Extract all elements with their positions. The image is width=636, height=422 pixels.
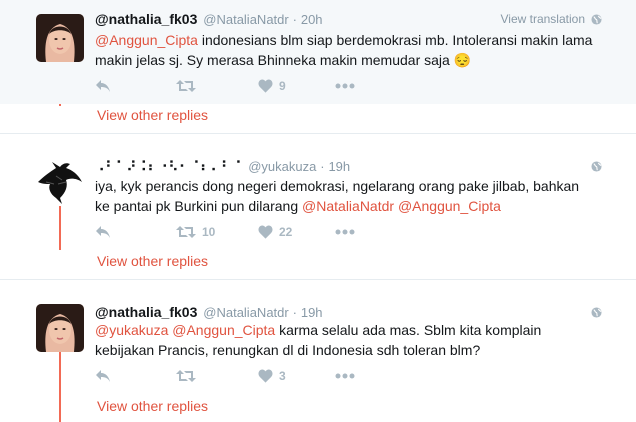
more-icon	[335, 83, 355, 89]
fullname[interactable]: @nathalia_fk03	[95, 11, 197, 27]
divider	[0, 279, 636, 280]
screen-name[interactable]: @NataliaNatdr	[203, 12, 288, 27]
more-button[interactable]	[335, 368, 355, 384]
mention-link[interactable]: @yukakuza	[95, 322, 168, 338]
view-other-replies-link[interactable]: View other replies	[97, 106, 208, 124]
avatar[interactable]	[36, 304, 84, 352]
like-button[interactable]: 22	[258, 224, 292, 240]
tweet[interactable]: @nathalia_fk03 @NataliaNatdr · 19h @yuka…	[0, 294, 636, 394]
fullname[interactable]: ⠠⠃⠁⠜⠨⠆⠐⠣⠂⠈⠆⠄⠃⠈	[95, 159, 242, 174]
separator-dot: ·	[292, 12, 297, 27]
view-other-replies-link[interactable]: View other replies	[97, 397, 208, 415]
globe-icon	[591, 306, 602, 318]
reply-icon	[96, 80, 110, 92]
avatar[interactable]	[36, 14, 84, 62]
view-translation-link[interactable]: View translation	[501, 12, 586, 26]
tweet-text-segment: indonesians blm siap berdemokrasi mb. In…	[197, 32, 593, 48]
globe-icon	[591, 13, 602, 25]
retweet-button[interactable]	[176, 78, 202, 94]
tweet-top-actions	[591, 302, 602, 322]
like-icon	[258, 79, 273, 93]
tweet-text-segment: karma selalu ada mas. Sblm kita komplain	[275, 322, 542, 338]
reply-icon	[96, 370, 110, 382]
timestamp[interactable]: 19h	[301, 305, 323, 320]
tweet-text-segment: ke pantai pk Burkini pun dilarang	[95, 198, 303, 214]
retweet-icon	[176, 80, 196, 92]
retweet-icon	[176, 226, 196, 238]
retweet-button[interactable]	[176, 368, 202, 384]
like-count: 22	[279, 225, 293, 239]
retweet-count: 10	[202, 225, 216, 239]
tweet-text: @yukakuza @Anggun_Cipta karma selalu ada…	[95, 320, 605, 360]
tweet-actions: 9	[95, 78, 395, 94]
divider	[0, 133, 636, 134]
globe-icon	[591, 160, 602, 172]
mention-link[interactable]: @NataliaNatdr	[302, 198, 394, 214]
tweet-actions: 3	[95, 368, 395, 384]
more-button[interactable]	[335, 78, 355, 94]
reply-button[interactable]	[95, 224, 111, 240]
tweet-text-segment: kebijakan Prancis, renungkan dl di Indon…	[95, 342, 481, 358]
more-button[interactable]	[335, 224, 355, 240]
screen-name[interactable]: @yukakuza	[248, 159, 316, 174]
screen-name[interactable]: @NataliaNatdr	[203, 305, 288, 320]
mention-link[interactable]: @Anggun_Cipta	[95, 32, 198, 48]
tweet-header: @nathalia_fk03 @NataliaNatdr · 19h	[95, 302, 323, 322]
like-button[interactable]: 3	[258, 368, 286, 384]
reply-button[interactable]	[95, 368, 111, 384]
like-icon	[258, 225, 273, 239]
pensive-emoji: 😔	[453, 52, 472, 68]
retweet-icon	[176, 370, 196, 382]
retweet-button[interactable]: 10	[176, 224, 215, 240]
mention-link[interactable]: @Anggun_Cipta	[172, 322, 275, 338]
like-icon	[258, 369, 273, 383]
avatar[interactable]	[36, 158, 84, 206]
tweet-top-actions	[591, 156, 602, 176]
tweet[interactable]: @nathalia_fk03 @NataliaNatdr · 20h View …	[0, 0, 636, 104]
tweet-text-segment: iya, kyk perancis dong negeri demokrasi,…	[95, 178, 580, 194]
tweet-header: ⠠⠃⠁⠜⠨⠆⠐⠣⠂⠈⠆⠄⠃⠈ @yukakuza · 19h	[95, 156, 350, 176]
tweet[interactable]: ⠠⠃⠁⠜⠨⠆⠐⠣⠂⠈⠆⠄⠃⠈ @yukakuza · 19h iya, kyk …	[0, 148, 636, 250]
timestamp[interactable]: 20h	[301, 12, 323, 27]
view-other-replies-link[interactable]: View other replies	[97, 252, 208, 270]
like-count: 9	[279, 79, 286, 93]
tweet-text: @Anggun_Cipta indonesians blm siap berde…	[95, 30, 605, 70]
more-icon	[335, 373, 355, 379]
like-button[interactable]: 9	[258, 78, 286, 94]
separator-dot: ·	[292, 305, 297, 320]
separator-dot: ·	[320, 159, 325, 174]
reply-icon	[96, 226, 110, 238]
fullname[interactable]: @nathalia_fk03	[95, 304, 197, 320]
more-icon	[335, 229, 355, 235]
tweet-header: @nathalia_fk03 @NataliaNatdr · 20h	[95, 9, 323, 29]
like-count: 3	[279, 369, 286, 383]
tweet-actions: 10 22	[95, 224, 395, 240]
timestamp[interactable]: 19h	[328, 159, 350, 174]
mention-link[interactable]: @Anggun_Cipta	[398, 198, 501, 214]
tweet-top-actions: View translation	[501, 9, 603, 29]
tweet-text-segment: makin jelas sj. Sy merasa Bhinneka makin…	[95, 52, 454, 68]
reply-button[interactable]	[95, 78, 111, 94]
tweet-text: iya, kyk perancis dong negeri demokrasi,…	[95, 176, 605, 216]
